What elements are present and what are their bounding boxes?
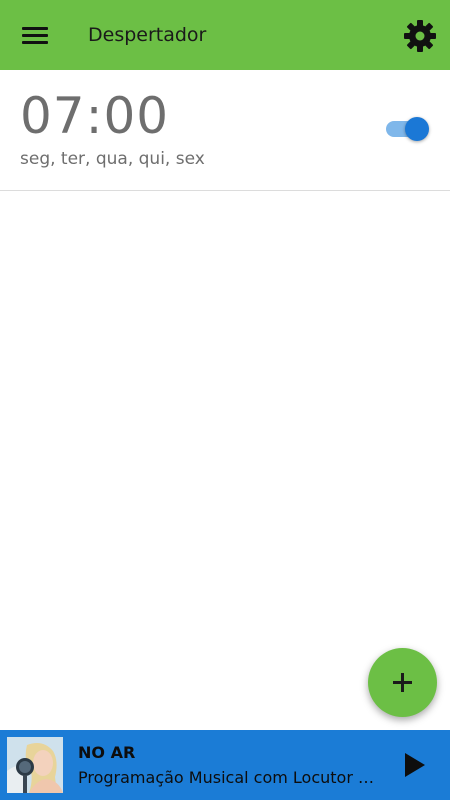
toggle-thumb — [405, 117, 429, 141]
on-air-label: NO AR — [78, 743, 136, 762]
station-thumbnail-image — [7, 737, 63, 793]
alarm-item[interactable]: 07:00 seg, ter, qua, qui, sex — [0, 70, 450, 191]
menu-button[interactable] — [14, 17, 56, 55]
alarm-days: seg, ter, qua, qui, sex — [20, 149, 205, 169]
hamburger-menu-icon — [22, 27, 48, 30]
alarm-time: 07:00 — [20, 87, 170, 145]
alarm-enabled-toggle[interactable] — [383, 116, 431, 142]
play-icon — [405, 753, 425, 777]
program-title: Programação Musical com Locutor Virtual — [78, 768, 380, 787]
now-playing-bar[interactable]: NO AR Programação Musical com Locutor Vi… — [0, 730, 450, 800]
station-thumbnail — [7, 737, 63, 793]
play-button[interactable] — [396, 746, 436, 786]
page-title: Despertador — [88, 24, 207, 46]
add-alarm-button[interactable] — [368, 648, 437, 717]
settings-button[interactable] — [400, 16, 440, 56]
gear-icon — [404, 20, 436, 52]
app-bar: Despertador — [0, 0, 450, 70]
